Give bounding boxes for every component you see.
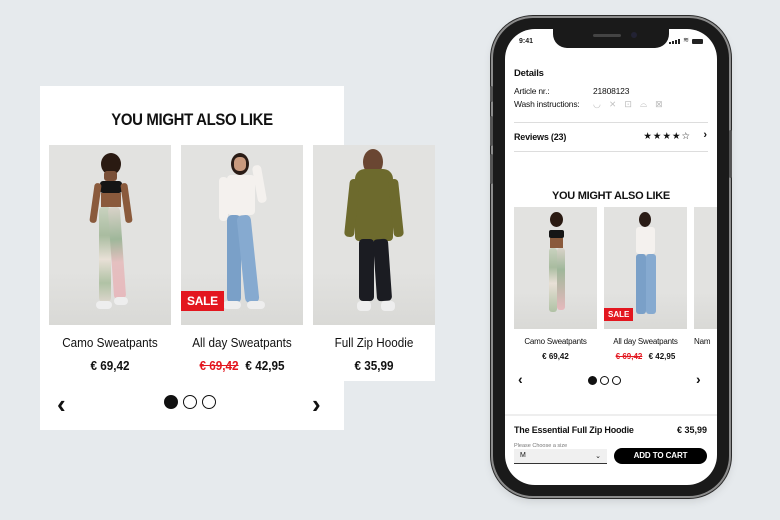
carousel-prev-button[interactable]: ‹	[57, 391, 66, 417]
wifi-icon: ≋	[683, 37, 689, 44]
product-price: € 69,42 € 42,95	[187, 358, 297, 373]
product-name[interactable]: Full Zip Hoodie	[319, 335, 429, 350]
current-price: € 35,99	[354, 358, 394, 373]
product-card[interactable]: Camo Sweatpants € 69,42	[514, 207, 597, 361]
battery-icon	[692, 39, 703, 44]
original-price: € 69,42	[199, 358, 239, 373]
silent-switch	[490, 86, 493, 102]
camera	[631, 32, 637, 38]
product-image[interactable]	[49, 145, 171, 325]
product-name[interactable]: All day Sweatpants	[187, 335, 297, 350]
product-price: € 69,42	[514, 352, 597, 361]
status-icons: ≋	[669, 37, 703, 44]
pagination-dot-2[interactable]	[600, 376, 609, 385]
product-card[interactable]: SALE All day Sweatpants € 69,42 € 42,95	[604, 207, 687, 361]
buy-bar-price: € 35,99	[676, 425, 707, 435]
product-image[interactable]	[514, 207, 597, 329]
size-value: M	[520, 452, 526, 459]
sale-badge: SALE	[604, 308, 634, 321]
carousel-pagination	[164, 395, 216, 409]
size-select[interactable]: M ⌄	[514, 449, 607, 464]
pagination-dot-1[interactable]	[588, 376, 597, 385]
carousel-next-button[interactable]: ›	[312, 391, 321, 417]
details-heading: Details	[514, 68, 544, 79]
original-price: € 69,42	[615, 352, 643, 361]
no-bleach-icon: ⨯	[608, 99, 617, 109]
article-label: Article nr.:	[514, 86, 550, 96]
signal-icon	[669, 39, 681, 44]
no-dry-clean-icon: ⊠	[655, 99, 663, 109]
product-card[interactable]: Camo Sweatpants € 69,42	[49, 145, 171, 373]
product-price: € 35,99	[319, 358, 429, 373]
product-image[interactable]: SALE	[181, 145, 303, 325]
carousel-prev-button[interactable]: ‹	[518, 371, 523, 387]
power-button	[729, 130, 732, 178]
product-name[interactable]: Camo Sweatpants	[514, 337, 597, 346]
status-time: 9:41	[519, 38, 534, 45]
product-image[interactable]: SALE	[604, 207, 687, 329]
chevron-right-icon: ›	[312, 389, 321, 419]
chevron-left-icon: ‹	[57, 389, 66, 419]
divider	[514, 151, 708, 152]
phone-screen: 9:41 ≋ Details Article nr.: 21808123 Was…	[505, 29, 717, 485]
pagination-dot-3[interactable]	[202, 395, 216, 409]
product-image[interactable]	[694, 207, 717, 329]
reviews-link[interactable]: Reviews (23)	[514, 132, 566, 142]
wash-label: Wash instructions:	[514, 99, 580, 109]
product-name[interactable]: Nam	[694, 337, 717, 346]
notch	[553, 29, 669, 48]
pagination-dot-2[interactable]	[183, 395, 197, 409]
add-to-cart-button[interactable]: ADD TO CART	[614, 448, 707, 464]
wash-instructions: ◡ ⨯ ⊡ ⌓ ⊠	[593, 99, 663, 110]
product-image[interactable]	[313, 145, 435, 325]
divider	[514, 122, 708, 123]
pagination-dot-3[interactable]	[612, 376, 621, 385]
section-title: YOU MIGHT ALSO LIKE	[552, 190, 670, 202]
iron-icon: ⌓	[639, 99, 648, 109]
current-price: € 69,42	[542, 352, 569, 361]
sale-price: € 42,95	[648, 352, 676, 361]
sale-price: € 42,95	[245, 358, 285, 373]
product-price: € 69,42	[55, 358, 165, 373]
product-name[interactable]: All day Sweatpants	[604, 337, 687, 346]
product-card[interactable]: Nam	[694, 207, 717, 346]
chevron-right-icon[interactable]: ›	[703, 129, 707, 141]
wash-tub-icon: ◡	[593, 99, 601, 109]
carousel-pagination	[588, 376, 621, 385]
chevron-down-icon: ⌄	[595, 453, 601, 460]
buy-bar-product-name: The Essential Full Zip Hoodie	[514, 425, 634, 435]
product-card[interactable]: SALE All day Sweatpants € 69,42 € 42,95	[181, 145, 303, 373]
buy-bar-divider	[505, 414, 717, 416]
product-card[interactable]: Full Zip Hoodie € 35,99	[313, 145, 435, 373]
pagination-dot-1[interactable]	[164, 395, 178, 409]
sale-badge: SALE	[181, 291, 224, 311]
product-name[interactable]: Camo Sweatpants	[55, 335, 165, 350]
volume-down-button	[490, 154, 493, 184]
rating-stars: ★★★★☆	[643, 131, 691, 142]
tumble-dry-icon: ⊡	[624, 99, 632, 109]
current-price: € 69,42	[90, 358, 130, 373]
volume-up-button	[490, 116, 493, 146]
speaker	[593, 34, 621, 37]
section-title: YOU MIGHT ALSO LIKE	[111, 110, 273, 129]
chevron-right-icon: ›	[696, 371, 701, 387]
carousel-next-button[interactable]: ›	[696, 371, 701, 387]
chevron-left-icon: ‹	[518, 371, 523, 387]
article-value: 21808123	[593, 86, 630, 96]
phone-frame: 9:41 ≋ Details Article nr.: 21808123 Was…	[490, 18, 732, 496]
product-price: € 69,42 € 42,95	[604, 352, 687, 361]
